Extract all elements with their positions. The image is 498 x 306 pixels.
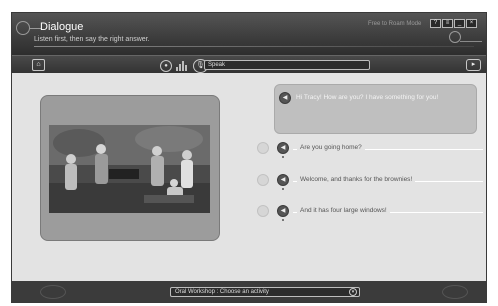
prompt-bubble: ◀ Hi Tracy! How are you? I have somethin… bbox=[274, 84, 477, 134]
answer-option[interactable]: ◀ Welcome, and thanks for the brownies! bbox=[257, 174, 483, 190]
menu-button[interactable]: ≡ bbox=[442, 19, 453, 28]
home-icon: ⌂ bbox=[36, 61, 41, 68]
ornament-icon bbox=[442, 285, 468, 299]
speaker-icon: ◀ bbox=[280, 177, 286, 183]
footer-bar: Oral Workshop : Choose an activity ▾ bbox=[12, 281, 486, 302]
ornament-icon bbox=[40, 285, 66, 299]
record-button[interactable]: ● bbox=[160, 60, 172, 72]
app-window: Dialogue Listen first, then say the righ… bbox=[11, 12, 487, 303]
speaker-icon: ◀ bbox=[282, 95, 288, 101]
mode-label: Free to Roam Mode bbox=[368, 21, 422, 27]
photo-panel bbox=[40, 95, 220, 241]
instructions-text: Listen first, then say the right answer. bbox=[34, 36, 150, 43]
speaker-icon: ◀ bbox=[280, 145, 286, 151]
audio-level-meter bbox=[176, 61, 187, 71]
select-answer-button[interactable] bbox=[257, 174, 269, 186]
help-button[interactable]: ? bbox=[430, 19, 441, 28]
level-bar bbox=[179, 64, 181, 71]
toolbar: ⌂ ● 🎙 Speak ▸ bbox=[12, 55, 486, 73]
level-bar bbox=[176, 67, 178, 71]
play-answer-button[interactable]: ◀ bbox=[277, 174, 289, 186]
dot-marker bbox=[282, 156, 284, 158]
recording-controls: ● 🎙 bbox=[160, 59, 208, 73]
prompt-text: Hi Tracy! How are you? I have something … bbox=[296, 94, 439, 101]
select-answer-button[interactable] bbox=[257, 142, 269, 154]
select-answer-button[interactable] bbox=[257, 205, 269, 217]
answer-option[interactable]: ◀ And it has four large windows! bbox=[257, 205, 483, 221]
scene-photo bbox=[49, 125, 210, 213]
speak-field[interactable]: Speak bbox=[204, 60, 370, 70]
activity-select[interactable]: Oral Workshop : Choose an activity ▾ bbox=[170, 287, 360, 297]
level-bar bbox=[182, 61, 184, 71]
dot-marker bbox=[282, 219, 284, 221]
level-bar bbox=[185, 65, 187, 71]
ring-ornament-icon bbox=[16, 21, 30, 35]
record-icon: ● bbox=[164, 63, 168, 69]
page-title: Dialogue bbox=[40, 21, 84, 33]
window-controls: ? ≡ _ × bbox=[430, 19, 477, 28]
dropdown-arrow-icon[interactable]: ▾ bbox=[349, 288, 357, 296]
header-bar: Dialogue Listen first, then say the righ… bbox=[12, 13, 486, 55]
family-barbecue-illustration bbox=[49, 125, 210, 213]
play-prompt-button[interactable]: ◀ bbox=[279, 92, 291, 104]
dot-marker bbox=[282, 188, 284, 190]
answer-label: Welcome, and thanks for the brownies! bbox=[297, 175, 416, 185]
speaker-icon: ◀ bbox=[280, 208, 286, 214]
answer-label: And it has four large windows! bbox=[297, 206, 390, 216]
answer-option[interactable]: ◀ Are you going home? bbox=[257, 142, 483, 158]
header-divider bbox=[34, 46, 474, 47]
home-button[interactable]: ⌂ bbox=[32, 59, 45, 71]
close-button[interactable]: × bbox=[466, 19, 477, 28]
play-answer-button[interactable]: ◀ bbox=[277, 142, 289, 154]
next-arrow-icon: ▸ bbox=[471, 61, 476, 68]
minimize-button[interactable]: _ bbox=[454, 19, 465, 28]
ornament-line bbox=[460, 41, 482, 42]
play-answer-button[interactable]: ◀ bbox=[277, 205, 289, 217]
next-button[interactable]: ▸ bbox=[466, 59, 481, 71]
activity-select-label: Oral Workshop : Choose an activity bbox=[175, 289, 269, 295]
answer-label: Are you going home? bbox=[297, 143, 365, 153]
